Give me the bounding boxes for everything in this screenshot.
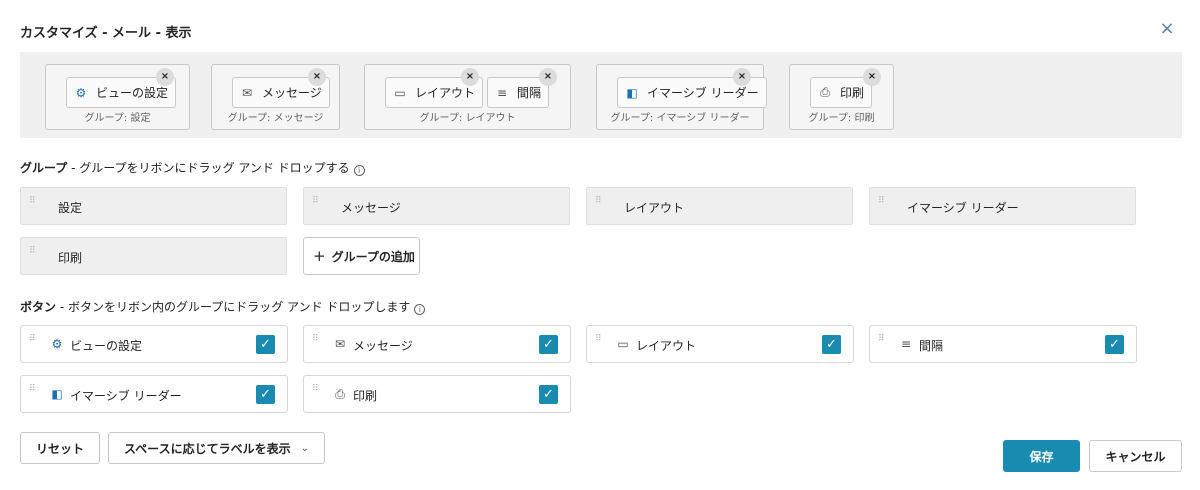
cancel-button[interactable]: キャンセル (1089, 440, 1182, 472)
button-tile-message[interactable]: ⠿ ✉ メッセージ ✓ (303, 325, 571, 363)
plus-icon: + (313, 247, 326, 265)
remove-button-icon[interactable]: × (308, 68, 326, 86)
button-tile-view-settings[interactable]: ⠿ ⚙ ビューの設定 ✓ (20, 325, 288, 363)
immersive-reader-icon: ◧ (51, 387, 63, 401)
group-tile-message[interactable]: ⠿ メッセージ (303, 187, 570, 225)
immersive-reader-icon: ◧ (626, 85, 638, 100)
gear-icon: ⚙ (75, 85, 87, 100)
group-tile-layout[interactable]: ⠿ レイアウト (586, 187, 853, 225)
ribbon-button-label: ビューの設定 (96, 86, 169, 100)
button-tile-layout[interactable]: ⠿ ▭ レイアウト ✓ (586, 325, 854, 363)
ribbon-group-print[interactable]: ⎙ 印刷 × グループ: 印刷 (789, 64, 894, 130)
group-tile-print[interactable]: ⠿ 印刷 (20, 237, 287, 275)
group-tile-immersive-reader[interactable]: ⠿ イマーシブ リーダー (869, 187, 1136, 225)
drag-handle-icon[interactable]: ⠿ (29, 197, 37, 213)
ribbon-group-caption: グループ: メッセージ (227, 113, 324, 124)
remove-button-icon[interactable]: × (156, 68, 174, 86)
printer-icon: ⎙ (335, 387, 345, 401)
customize-dialog: カスタマイズ - メール - 表示 × ⚙ ビューの設定 × グループ: 設定 … (0, 0, 1200, 490)
ribbon-group-caption: グループ: 設定 (84, 113, 151, 124)
button-tile-label: 印刷 (353, 389, 378, 403)
group-tile-label: 設定 (58, 201, 83, 215)
checkbox-checked[interactable]: ✓ (539, 335, 558, 354)
add-group-label: グループの追加 (331, 249, 415, 264)
label-mode-dropdown[interactable]: スペースに応じてラベルを表示 ⌄ (108, 432, 325, 464)
drag-handle-icon[interactable]: ⠿ (29, 335, 37, 351)
ribbon-button-print[interactable]: ⎙ 印刷 (810, 77, 873, 108)
drag-handle-icon[interactable]: ⠿ (312, 335, 320, 351)
ribbon-button-label: 印刷 (840, 86, 865, 100)
remove-button-icon[interactable]: × (863, 68, 881, 86)
drag-handle-icon[interactable]: ⠿ (29, 247, 37, 263)
checkbox-checked[interactable]: ✓ (822, 335, 841, 354)
chevron-down-icon: ⌄ (300, 442, 309, 454)
ribbon-group-layout[interactable]: ▭ レイアウト × ≡ 間隔 × グループ: レイアウト (364, 64, 571, 130)
drag-handle-icon[interactable]: ⠿ (595, 335, 603, 351)
remove-button-icon[interactable]: × (461, 68, 479, 86)
button-tile-label: 間隔 (919, 339, 944, 353)
reset-button[interactable]: リセット (20, 432, 100, 464)
layout-icon: ▭ (394, 85, 406, 100)
buttons-heading-bold: ボタン (20, 300, 57, 314)
groups-section-heading: グループ - グループをリボンにドラッグ アンド ドロップする i (20, 159, 365, 176)
ribbon-button-label: イマーシブ リーダー (647, 86, 759, 100)
group-tile-label: 印刷 (58, 251, 83, 265)
checkbox-checked[interactable]: ✓ (1105, 335, 1124, 354)
drag-handle-icon[interactable]: ⠿ (595, 197, 603, 213)
remove-button-icon[interactable]: × (539, 68, 557, 86)
ribbon-group-immersive-reader[interactable]: ◧ イマーシブ リーダー × グループ: イマーシブ リーダー (596, 64, 767, 130)
button-tile-print[interactable]: ⠿ ⎙ 印刷 ✓ (303, 375, 571, 413)
buttons-section-heading: ボタン - ボタンをリボン内のグループにドラッグ アンド ドロップします i (20, 298, 426, 315)
button-tile-spacing[interactable]: ⠿ ≡ 間隔 ✓ (869, 325, 1137, 363)
info-icon[interactable]: i (353, 165, 365, 176)
ribbon-button-label: 間隔 (517, 86, 542, 100)
groups-heading-bold: グループ (20, 161, 68, 175)
close-icon[interactable]: × (1156, 18, 1178, 40)
gear-icon: ⚙ (51, 337, 63, 351)
checkbox-checked[interactable]: ✓ (539, 385, 558, 404)
drag-handle-icon[interactable]: ⠿ (878, 335, 886, 351)
ribbon-button-label: レイアウト (415, 86, 476, 100)
info-icon[interactable]: i (414, 304, 426, 315)
mail-icon: ✉ (334, 337, 346, 351)
spacing-icon: ≡ (900, 337, 912, 351)
layout-icon: ▭ (617, 337, 629, 351)
printer-icon: ⎙ (820, 85, 830, 99)
spacing-icon: ≡ (496, 85, 508, 100)
add-group-button[interactable]: + グループの追加 (303, 237, 420, 275)
dialog-title: カスタマイズ - メール - 表示 (20, 26, 192, 41)
group-tile-label: イマーシブ リーダー (907, 201, 1019, 215)
group-tile-label: メッセージ (341, 201, 401, 215)
drag-handle-icon[interactable]: ⠿ (29, 385, 37, 401)
remove-button-icon[interactable]: × (733, 68, 751, 86)
button-tile-label: メッセージ (353, 339, 413, 353)
ribbon-group-message[interactable]: ✉ メッセージ × グループ: メッセージ (211, 64, 340, 130)
ribbon-button-label: メッセージ (262, 86, 322, 100)
checkbox-checked[interactable]: ✓ (256, 385, 275, 404)
group-tile-settings[interactable]: ⠿ 設定 (20, 187, 287, 225)
ribbon-preview: ⚙ ビューの設定 × グループ: 設定 ✉ メッセージ × グループ: メッセー… (20, 52, 1182, 138)
ribbon-group-caption: グループ: 印刷 (808, 113, 875, 124)
button-tile-immersive-reader[interactable]: ⠿ ◧ イマーシブ リーダー ✓ (20, 375, 288, 413)
drag-handle-icon[interactable]: ⠿ (878, 197, 886, 213)
ribbon-group-settings[interactable]: ⚙ ビューの設定 × グループ: 設定 (45, 64, 190, 130)
save-button[interactable]: 保存 (1003, 440, 1080, 472)
button-tile-label: レイアウト (636, 339, 697, 353)
buttons-heading-text: - ボタンをリボン内のグループにドラッグ アンド ドロップします (56, 300, 411, 314)
mail-icon: ✉ (241, 85, 253, 100)
checkbox-checked[interactable]: ✓ (256, 335, 275, 354)
button-tile-label: ビューの設定 (70, 339, 143, 353)
button-tile-label: イマーシブ リーダー (70, 389, 182, 403)
drag-handle-icon[interactable]: ⠿ (312, 385, 320, 401)
drag-handle-icon[interactable]: ⠿ (312, 197, 320, 213)
ribbon-group-caption: グループ: レイアウト (419, 113, 516, 124)
group-tile-label: レイアウト (624, 201, 685, 215)
groups-heading-text: - グループをリボンにドラッグ アンド ドロップする (67, 161, 350, 175)
label-mode-value: スペースに応じてラベルを表示 (124, 441, 291, 456)
ribbon-group-caption: グループ: イマーシブ リーダー (610, 113, 750, 124)
